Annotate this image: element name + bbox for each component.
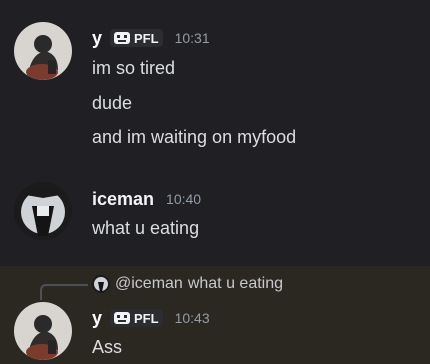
reply-spine	[40, 284, 88, 300]
guild-tag-label: PFL	[134, 30, 159, 46]
reply-reference[interactable]: @iceman what u eating	[92, 273, 283, 295]
guild-tag-label: PFL	[134, 310, 159, 326]
message-text: Ass	[92, 337, 123, 357]
avatar[interactable]	[14, 302, 72, 360]
reply-mention[interactable]: @iceman	[115, 275, 183, 293]
message-text: dude	[92, 93, 133, 113]
guild-tag-icon	[113, 311, 131, 325]
username[interactable]: y	[92, 27, 102, 49]
message-header: y PFL 10:31	[92, 27, 210, 49]
avatar[interactable]	[14, 182, 72, 240]
guild-tag-icon	[113, 31, 131, 45]
username[interactable]: y	[92, 307, 102, 329]
avatar[interactable]	[14, 22, 72, 80]
message-header: iceman 10:40	[92, 188, 201, 210]
guild-tag[interactable]: PFL	[110, 29, 163, 47]
message-text: im so tired	[92, 58, 176, 78]
message-text: and im waiting on myfood	[92, 127, 297, 147]
reply-avatar[interactable]	[92, 275, 110, 293]
reply-text[interactable]: what u eating	[188, 275, 283, 293]
message-text: what u eating	[92, 218, 200, 238]
timestamp[interactable]: 10:31	[175, 27, 210, 49]
message-header: y PFL 10:43	[92, 307, 210, 329]
timestamp[interactable]: 10:43	[175, 307, 210, 329]
username[interactable]: iceman	[92, 188, 154, 210]
guild-tag[interactable]: PFL	[110, 309, 163, 327]
timestamp[interactable]: 10:40	[166, 188, 201, 210]
